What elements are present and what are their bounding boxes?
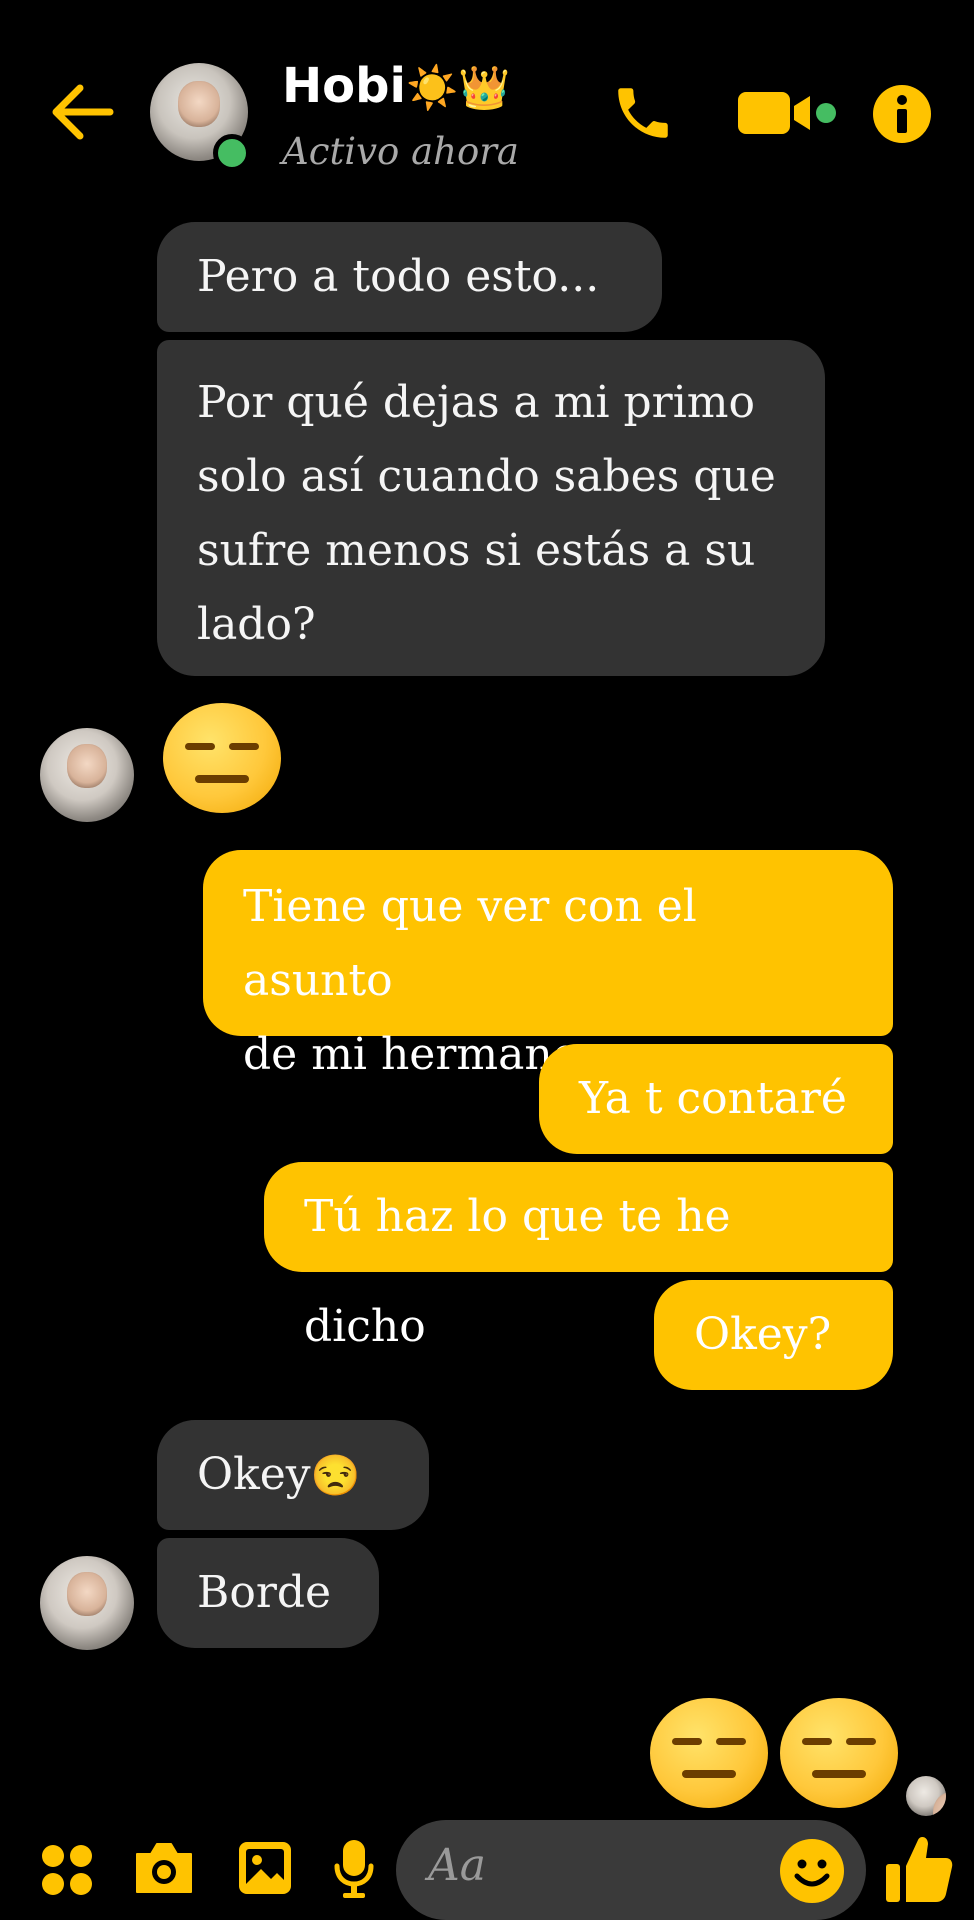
expressionless-face-emoji[interactable] (780, 1698, 898, 1808)
message-text: Okey? (694, 1309, 832, 1360)
message-text: Borde (197, 1567, 332, 1618)
contact-avatar-small[interactable] (40, 1556, 134, 1650)
outgoing-message[interactable]: Okey? (654, 1280, 893, 1390)
smiley-icon (780, 1839, 844, 1903)
message-line: solo así cuando sabes que (197, 451, 776, 502)
contact-name-emojis: ☀️👑 (405, 63, 511, 112)
active-status: Activo ahora (282, 130, 519, 173)
incoming-message[interactable]: Por qué dejas a mi primo solo así cuando… (157, 340, 825, 676)
back-button[interactable] (50, 82, 116, 142)
emoji-button[interactable] (779, 1838, 845, 1904)
unamused-face-emoji: 😒 (310, 1453, 361, 1499)
message-text: Ya t contaré (579, 1073, 847, 1124)
message-line: sufre menos si estás a su (197, 525, 756, 576)
message-text: Okey (197, 1449, 311, 1500)
contact-name[interactable]: Hobi☀️👑 (282, 58, 511, 114)
message-text: Pero a todo esto... (197, 251, 600, 302)
info-icon (873, 85, 931, 143)
contact-avatar-small[interactable] (40, 728, 134, 822)
video-camera-icon (738, 92, 836, 134)
incoming-message[interactable]: Okey😒 (157, 1420, 429, 1530)
microphone-icon (334, 1840, 374, 1898)
message-line: Por qué dejas a mi primo (197, 377, 755, 428)
expressionless-face-emoji[interactable] (163, 703, 281, 813)
apps-grid-icon (42, 1845, 92, 1895)
gallery-button[interactable] (237, 1840, 293, 1896)
message-line: Tiene que ver con el asunto (243, 881, 697, 1006)
apps-button[interactable] (40, 1843, 94, 1897)
phone-icon (618, 88, 668, 138)
outgoing-message[interactable]: Ya t contaré (539, 1044, 893, 1154)
like-button[interactable] (884, 1832, 954, 1904)
voice-call-button[interactable] (610, 80, 676, 146)
gallery-icon (239, 1842, 291, 1894)
camera-button[interactable] (133, 1840, 195, 1896)
online-status-dot (213, 134, 251, 172)
thumbs-up-icon (886, 1836, 953, 1902)
message-input-placeholder: Aa (428, 1840, 487, 1891)
info-button[interactable] (873, 85, 931, 143)
expressionless-face-emoji[interactable] (650, 1698, 768, 1808)
camera-icon (136, 1843, 192, 1893)
message-line: lado? (197, 599, 316, 650)
outgoing-message[interactable]: Tiene que ver con el asunto de mi herman… (203, 850, 893, 1080)
video-call-button[interactable] (738, 88, 838, 138)
back-arrow-icon (52, 84, 114, 140)
incoming-message[interactable]: Borde (157, 1538, 379, 1648)
outgoing-message[interactable]: Tú haz lo que te he dicho (264, 1162, 893, 1352)
contact-name-text: Hobi (282, 58, 406, 114)
read-receipt-avatar (906, 1776, 946, 1816)
incoming-message[interactable]: Pero a todo esto... (157, 222, 662, 332)
voice-message-button[interactable] (333, 1838, 375, 1900)
